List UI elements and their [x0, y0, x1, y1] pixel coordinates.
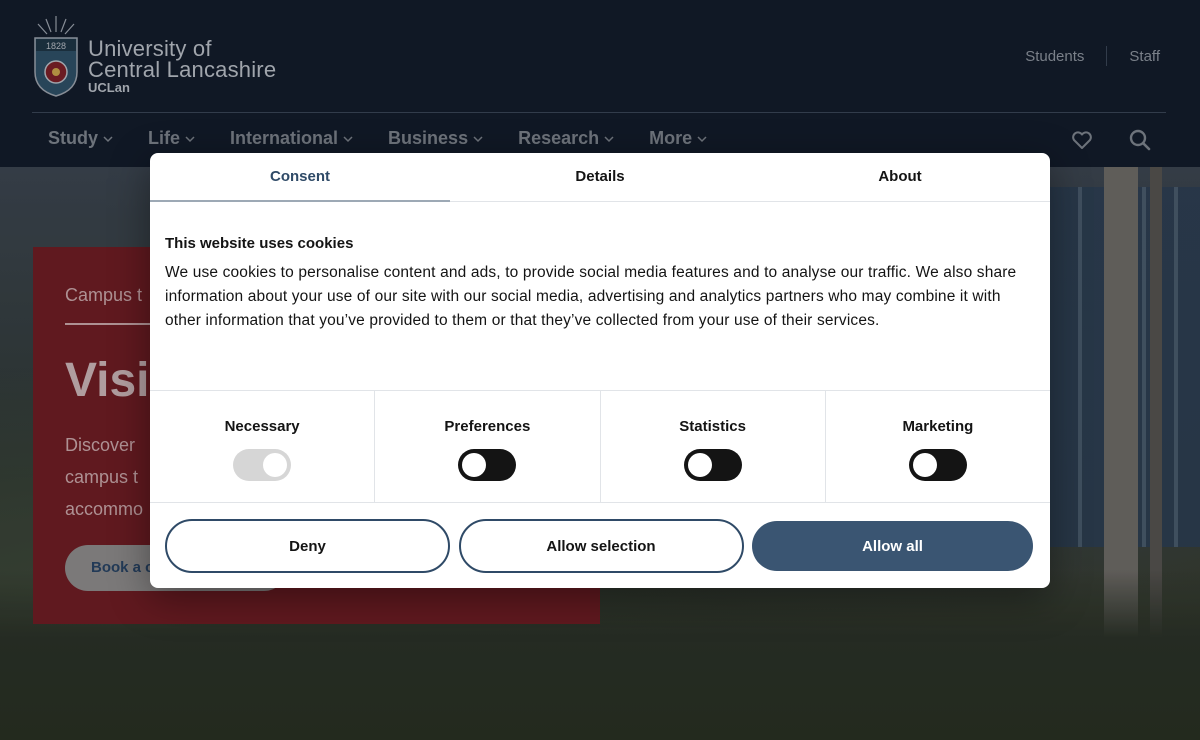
switch-knob	[912, 453, 937, 477]
tab-details[interactable]: Details	[450, 153, 750, 201]
consent-buttons: Deny Allow selection Allow all	[165, 519, 1033, 573]
allow-all-button[interactable]: Allow all	[752, 521, 1033, 571]
switch-knob	[263, 453, 288, 477]
toggle-label: Statistics	[679, 418, 746, 435]
toggle-preferences: Preferences	[375, 391, 601, 502]
switch-knob	[687, 453, 712, 477]
preferences-switch[interactable]	[458, 449, 517, 481]
consent-tabs: Consent Details About	[150, 153, 1050, 202]
statistics-switch[interactable]	[683, 449, 742, 481]
cookie-consent-dialog: Consent Details About This website uses …	[150, 153, 1050, 588]
consent-text: We use cookies to personalise content an…	[165, 264, 1017, 329]
toggle-label: Preferences	[444, 418, 531, 435]
toggle-necessary: Necessary	[150, 391, 376, 502]
tab-about[interactable]: About	[750, 153, 1050, 201]
marketing-switch[interactable]	[908, 449, 967, 481]
toggle-label: Marketing	[902, 418, 974, 435]
consent-heading: This website uses cookies	[165, 235, 354, 252]
toggle-label: Necessary	[224, 418, 300, 435]
tab-consent[interactable]: Consent	[150, 153, 450, 202]
switch-knob	[462, 453, 487, 477]
toggle-marketing: Marketing	[826, 391, 1050, 502]
toggle-statistics: Statistics	[601, 391, 826, 502]
allow-selection-button[interactable]: Allow selection	[458, 519, 744, 573]
consent-body: This website uses cookies We use cookies…	[165, 235, 1035, 333]
deny-button[interactable]: Deny	[165, 519, 450, 573]
necessary-switch	[233, 449, 292, 481]
consent-toggles: Necessary Preferences Statistics Marketi…	[150, 390, 1050, 503]
